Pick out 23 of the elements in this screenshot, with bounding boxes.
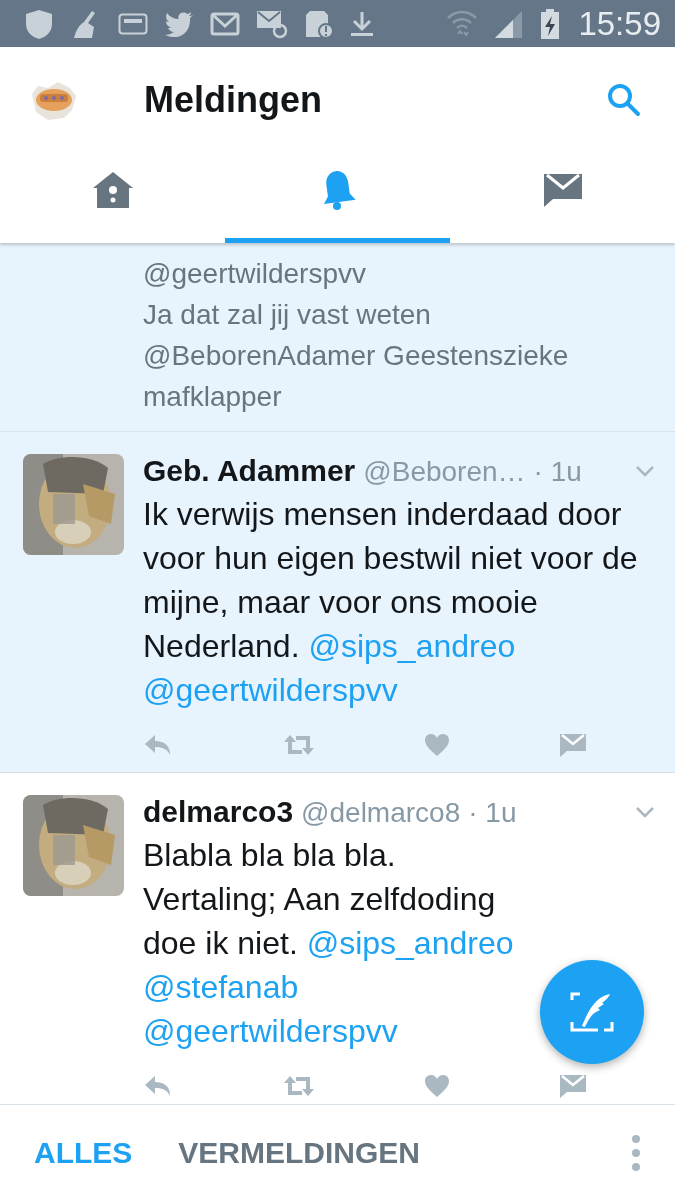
tweet-card[interactable]: Geb. Adammer @Beboren… · 1u Ik verwijs mensen inderdaad door voor hun eigen bestwil niet voor de mijne, maar voor ons mooie Nederland. @sips_andreo @geertwilderspvv (0, 432, 675, 773)
mention-link[interactable]: @geertwilderspvv (143, 1013, 398, 1049)
tweet-text-line: @BeborenAdamer Geestenszieke (143, 339, 570, 373)
tweet-text-line: mafklapper (143, 380, 283, 414)
mention-link[interactable]: @stefanab (143, 969, 299, 1005)
filter-tab[interactable]: ALLES (34, 1135, 133, 1170)
filter-tab[interactable]: VERMELDINGEN (178, 1135, 421, 1170)
user-name[interactable]: delmarco3 (143, 795, 294, 829)
tweet-time: · 1u (468, 797, 517, 829)
tweet-text: Blabla bla bla bla. Vertaling; Aan zelfdoding doe ik niet. @sips_andreo @stefanab @geertwilderspvv (143, 836, 515, 1051)
tweet-text: Ik verwijs mensen inderdaad door voor hun eigen bestwil niet voor de mijne, maar voor ons mooie Nederland. @sips_andreo @geertwilderspvv (143, 495, 639, 710)
mention-link[interactable]: @geertwilderspvv (143, 672, 398, 708)
mention-link[interactable]: @sips_andreo (306, 925, 514, 961)
mention-link[interactable]: @sips_andreo (308, 628, 516, 664)
page-title: Meldingen (144, 79, 323, 121)
user-handle: @delmarco8 (301, 797, 461, 829)
tweet-card[interactable]: @geertwilderspvv Ja dat zal jij vast weten @BeborenAdamer Geestenszieke mafklapper (0, 243, 675, 432)
user-name[interactable]: Geb. Adammer (143, 454, 356, 488)
clock-time: 15:59 (578, 4, 661, 43)
user-handle: @Beboren… (363, 456, 526, 488)
tweet-text-line: @geertwilderspvv (143, 257, 367, 291)
tweet-time: · 1u (533, 456, 582, 488)
tweet-text-line: Ja dat zal jij vast weten (143, 298, 432, 332)
